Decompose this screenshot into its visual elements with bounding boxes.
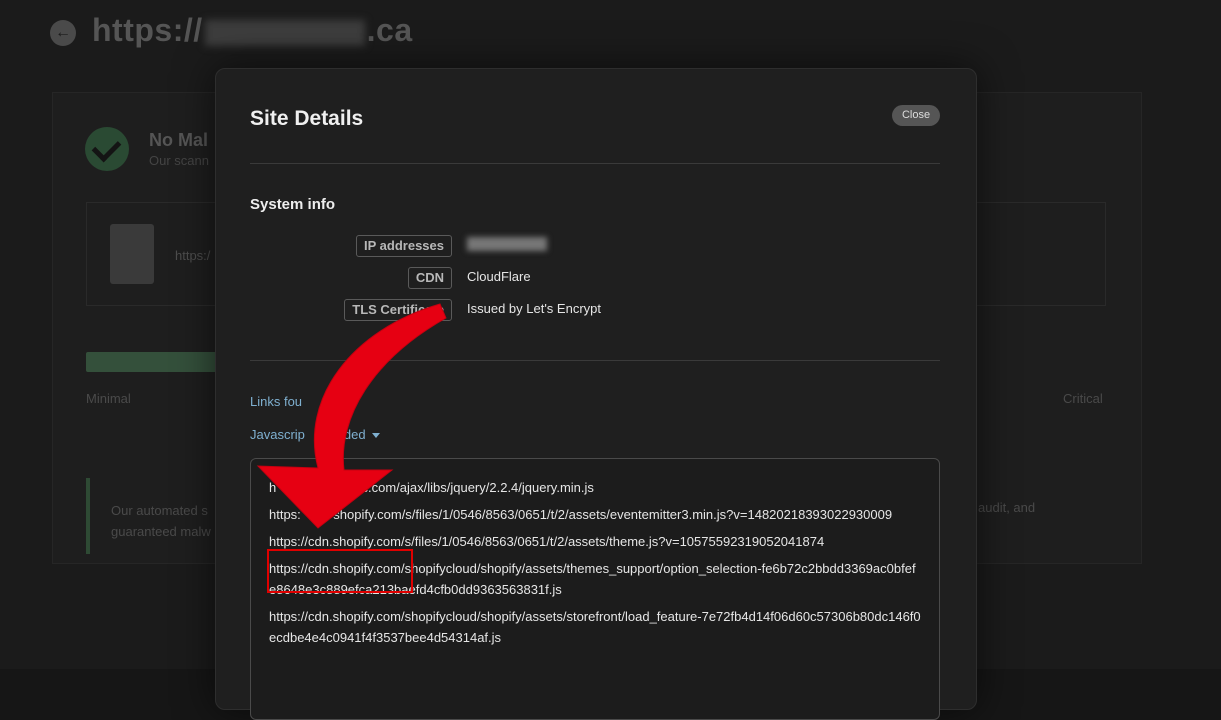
caret-down-icon <box>371 433 380 439</box>
info-row-ip: IP addresses <box>250 235 940 257</box>
tls-certificate-value: Issued by Let's Encrypt <box>467 301 601 316</box>
javascript-included-label: Javascrip luded <box>250 427 366 442</box>
highlight-box <box>267 549 413 593</box>
page-title-suffix: .ca <box>366 12 413 48</box>
system-info-title: System info <box>250 196 336 213</box>
info-row-tls: TLS Certificate Issued by Let's Encrypt <box>250 299 940 321</box>
risk-minimal-label: Minimal <box>86 391 131 406</box>
javascript-included-toggle[interactable]: Javascrip luded <box>250 427 380 442</box>
document-icon <box>110 224 154 284</box>
list-item: https://cdn.shopify.com/shopifycloud/sho… <box>269 609 921 645</box>
status-title: No Mal <box>149 130 209 150</box>
ip-addresses-value <box>467 237 547 254</box>
footer-notice-text: Our automated s guaranteed malw <box>111 500 211 542</box>
back-arrow-icon[interactable]: ← <box>50 20 76 46</box>
list-item: https: shopify.com/s/files/1/0546/8563/0… <box>269 507 893 522</box>
page-title-prefix: https:// <box>92 12 203 48</box>
page-title: https:// .ca <box>92 12 413 49</box>
footer-line-2: guaranteed malw <box>111 524 211 539</box>
links-found-link[interactable]: Links fou <box>250 394 302 409</box>
cdn-value: CloudFlare <box>467 269 531 284</box>
footer-notice-right: audit, and <box>978 500 1036 515</box>
list-item: h gleapis.com/ajax/libs/jquery/2.2.4/jqu… <box>269 480 594 495</box>
redacted-ip <box>467 237 547 251</box>
divider <box>250 360 940 361</box>
close-button[interactable]: Close <box>892 105 940 126</box>
divider <box>250 163 940 164</box>
footer-line-1: Our automated s <box>111 503 208 518</box>
info-row-cdn: CDN CloudFlare <box>250 267 940 289</box>
site-details-modal: Site Details Close System info IP addres… <box>215 68 977 720</box>
check-circle-icon <box>85 127 129 171</box>
scanned-url: https:/ <box>175 248 211 263</box>
redacted-domain <box>204 19 365 46</box>
risk-critical-label: Critical <box>1063 391 1103 406</box>
status-subtitle: Our scann <box>149 153 209 168</box>
modal-title: Site Details <box>250 107 364 130</box>
tls-certificate-label: TLS Certificate <box>344 299 452 321</box>
ip-addresses-label: IP addresses <box>356 235 452 257</box>
cdn-label: CDN <box>407 267 452 289</box>
